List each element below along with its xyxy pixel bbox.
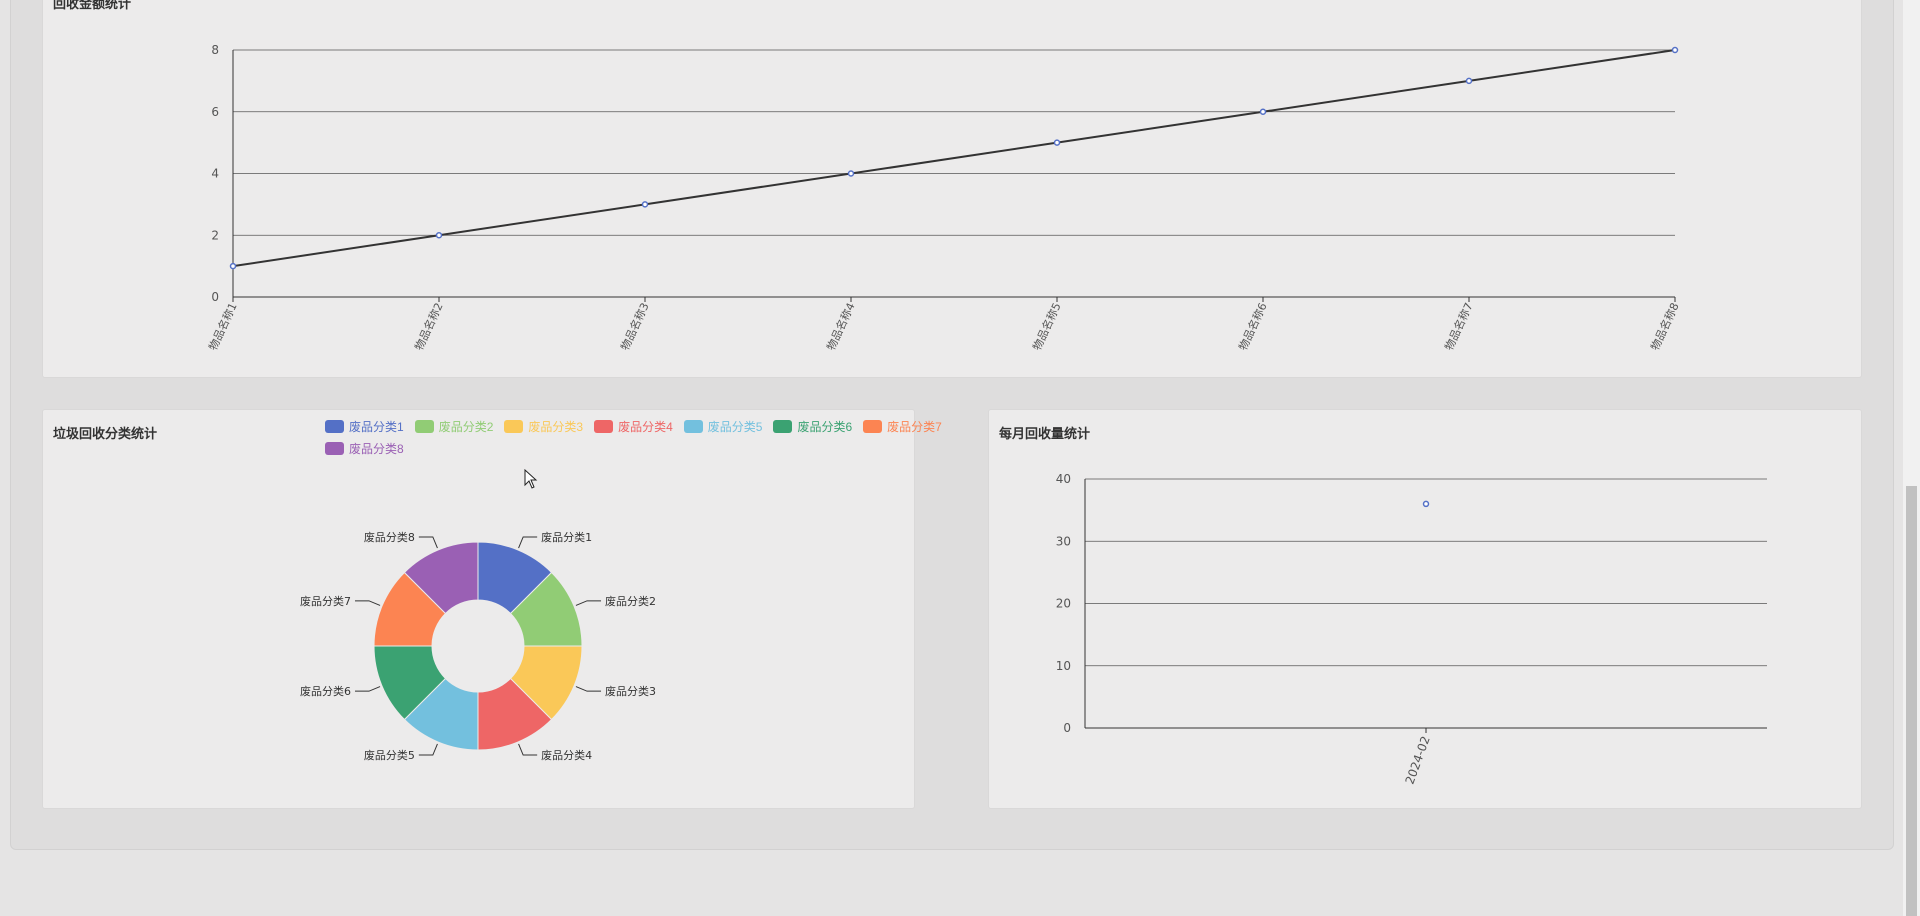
mouse-cursor-icon bbox=[524, 469, 538, 489]
donut-label-line bbox=[518, 536, 538, 549]
donut-slice-label: 废品分类1 bbox=[541, 530, 592, 544]
donut-slice-label: 废品分类8 bbox=[364, 530, 415, 544]
x-tick-label: 物品名称6 bbox=[1235, 300, 1269, 352]
y-tick-label: 40 bbox=[1056, 472, 1071, 486]
donut-slice-label: 废品分类4 bbox=[541, 748, 592, 762]
y-tick-label: 8 bbox=[211, 43, 219, 57]
donut-slice-label: 废品分类3 bbox=[605, 684, 656, 698]
amount-data-point bbox=[1259, 108, 1267, 115]
monthly-scatter-chart: 0 10 20 30 40 2024-02 bbox=[1056, 472, 1767, 786]
donut-label-line bbox=[518, 743, 538, 756]
x-tick-label: 物品名称8 bbox=[1647, 300, 1681, 352]
y-tick-label: 4 bbox=[211, 167, 219, 181]
amount-data-point bbox=[229, 262, 237, 270]
donut-label-line bbox=[575, 600, 602, 606]
y-tick-label: 10 bbox=[1056, 659, 1071, 673]
x-tick-label: 物品名称5 bbox=[1029, 300, 1063, 352]
amount-data-point bbox=[847, 170, 855, 177]
donut-slice-label: 废品分类2 bbox=[605, 594, 656, 608]
x-tick-label: 物品名称3 bbox=[617, 300, 651, 352]
donut-label-line bbox=[575, 686, 602, 692]
amount-series-line bbox=[232, 49, 1676, 268]
x-tick-label: 物品名称4 bbox=[823, 300, 857, 352]
x-tick-label: 物品名称1 bbox=[205, 300, 239, 352]
donut-label-line bbox=[354, 600, 381, 606]
donut-slice-label: 废品分类5 bbox=[364, 748, 415, 762]
amount-data-point bbox=[1053, 139, 1061, 146]
donut-label-line bbox=[354, 686, 381, 692]
donut-label-line bbox=[418, 743, 438, 756]
y-tick-label: 2 bbox=[211, 228, 219, 242]
amount-line-chart: 0 2 4 6 8 物品名称1 物品名称2 物品名称3 物品名称4 物品名称5 物品名称6 物品名称7… bbox=[205, 43, 1681, 352]
scrollbar-thumb[interactable] bbox=[1906, 486, 1917, 916]
amount-data-point bbox=[1671, 46, 1679, 54]
category-chart-card: 垃圾回收分类统计 废品分类1 废品分类2 废品分类3 废品分类4 废品分类5 废品分类6 废… bbox=[42, 409, 942, 809]
y-tick-label: 0 bbox=[211, 290, 219, 304]
amount-chart-card: 回收金额统计 0 2 4 6 8 物品名称1 物品名称2 物品名称3 物品名称4 物品名称5 物品名… bbox=[42, 0, 1862, 378]
x-tick-label: 物品名称7 bbox=[1441, 300, 1475, 352]
y-tick-label: 6 bbox=[211, 105, 219, 119]
category-donut-chart: 废品分类1 废品分类2 废品分类3 废品分类4 废品分类5 废品分类6 废品分类7 废品分类8 bbox=[300, 530, 656, 762]
donut-slice-label: 废品分类7 bbox=[300, 594, 351, 608]
y-tick-label: 30 bbox=[1056, 534, 1071, 548]
page-scrollbar[interactable] bbox=[1903, 0, 1920, 916]
y-tick-label: 20 bbox=[1056, 597, 1071, 611]
monthly-data-point bbox=[1422, 500, 1430, 508]
amount-data-point bbox=[435, 232, 443, 239]
x-tick-label: 物品名称2 bbox=[411, 300, 445, 352]
amount-data-point bbox=[641, 201, 649, 208]
donut-label-line bbox=[418, 536, 438, 549]
y-tick-label: 0 bbox=[1063, 721, 1071, 735]
x-tick-label: 2024-02 bbox=[1403, 734, 1433, 786]
donut-slice-label: 废品分类6 bbox=[300, 684, 351, 698]
monthly-chart-card: 每月回收量统计 0 10 20 30 40 2024-02 bbox=[988, 409, 1862, 809]
amount-data-point bbox=[1465, 77, 1473, 85]
